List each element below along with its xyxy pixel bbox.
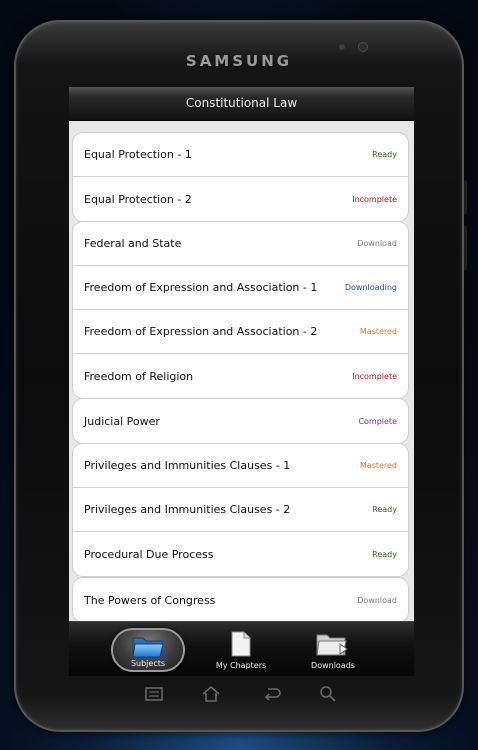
document-icon (204, 631, 278, 657)
search-key[interactable] (318, 685, 338, 703)
chapter-status: Download (357, 239, 397, 248)
chapter-group: The Powers of Congress Download (72, 577, 409, 621)
chapter-row[interactable]: Freedom of Expression and Association - … (73, 266, 408, 310)
front-camera (358, 42, 368, 52)
title-bar: Constitutional Law (69, 87, 414, 121)
chapter-row[interactable]: Privileges and Immunities Clauses - 2 Rea… (73, 488, 408, 532)
tab-my-chapters-label: My Chapters (215, 661, 267, 670)
chapter-status: Download (357, 595, 397, 605)
back-key[interactable] (261, 685, 281, 703)
chapter-status: Complete (358, 416, 397, 426)
chapter-row[interactable]: Equal Protection - 2 Incomplete (73, 177, 408, 221)
chapter-list[interactable]: Equal Protection - 1 Ready Equal Protectio… (69, 121, 414, 621)
tab-my-chapters[interactable]: My Chapters (204, 628, 278, 672)
chapter-row[interactable]: Freedom of Expression and Association - … (73, 310, 408, 354)
chapter-title: Federal and State (84, 237, 182, 250)
chapter-group: Equal Protection - 1 Ready Equal Protectio… (72, 132, 409, 222)
chapter-title: Freedom of Religion (84, 369, 194, 383)
chapter-title: Freedom of Expression and Association - … (84, 281, 318, 294)
chapter-row[interactable]: The Powers of Congress Download (73, 578, 408, 621)
back-icon (264, 688, 281, 701)
chapter-title: Freedom of Expression and Association - … (84, 325, 318, 338)
chapter-status: Downloading (344, 283, 397, 292)
chapter-status: Ready (372, 150, 397, 159)
chapter-title: Procedural Due Process (84, 547, 214, 561)
chapter-status: Mastered (359, 327, 397, 336)
folder-icon (113, 633, 183, 659)
tab-downloads-label: Downloads (311, 661, 355, 670)
menu-icon (145, 687, 163, 701)
chapter-group: Federal and State Download Freedom of Expr… (72, 221, 409, 399)
chapter-status: Mastered (359, 461, 397, 470)
chapter-row[interactable]: Judicial Power Complete (73, 399, 408, 443)
chapter-group: Privileges and Immunities Clauses - 1 Mas… (72, 443, 409, 577)
chapter-title: The Powers of Congress (84, 593, 216, 607)
page-title: Constitutional Law (185, 96, 298, 110)
chapter-group: Judicial Power Complete (72, 398, 409, 444)
chapter-status: Ready (372, 505, 397, 514)
chapter-status: Incomplete (352, 371, 397, 381)
chapter-row[interactable]: Privileges and Immunities Clauses - 1 Mas… (73, 444, 408, 488)
menu-key[interactable] (144, 685, 164, 703)
chapter-title: Privileges and Immunities Clauses - 2 (84, 503, 291, 516)
chapter-row[interactable]: Federal and State Download (73, 222, 408, 266)
chapter-title: Judicial Power (84, 414, 160, 428)
home-key[interactable] (201, 685, 221, 703)
chapter-title: Equal Protection - 2 (84, 192, 192, 206)
tab-downloads[interactable]: Downloads (296, 628, 370, 672)
brand-logo: SAMSUNG (185, 52, 293, 70)
chapter-title: Equal Protection - 1 (84, 148, 192, 161)
search-icon (320, 686, 336, 702)
tab-bar: Subjects My Chapters Downloads (69, 621, 414, 676)
download-folder-icon (296, 631, 370, 657)
chapter-row[interactable]: Equal Protection - 1 Ready (73, 133, 408, 177)
chapter-status: Ready (372, 549, 397, 559)
chapter-row[interactable]: Freedom of Religion Incomplete (73, 354, 408, 398)
chapter-status: Incomplete (352, 194, 397, 204)
chapter-row[interactable]: Procedural Due Process Ready (73, 532, 408, 576)
home-icon (202, 686, 220, 702)
tab-subjects-label: Subjects (130, 659, 166, 668)
app-screen: Constitutional Law Equal Protection - 1 R… (69, 87, 414, 676)
chapter-title: Privileges and Immunities Clauses - 1 (84, 459, 291, 472)
light-sensor (339, 44, 345, 50)
tab-subjects[interactable]: Subjects (111, 628, 185, 672)
